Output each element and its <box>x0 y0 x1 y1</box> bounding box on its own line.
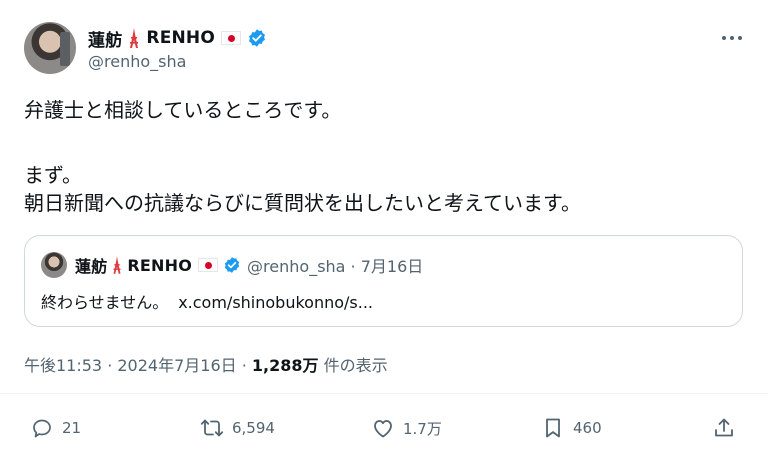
japan-flag-icon <box>221 31 242 45</box>
verified-badge-icon <box>223 256 241 274</box>
quoted-handle-and-date: @renho_sha · 7月16日 <box>247 257 424 276</box>
quoted-link[interactable]: x.com/shinobukonno/s... <box>178 293 373 312</box>
reply-icon <box>33 419 51 438</box>
bookmark-button[interactable]: 460 <box>541 414 602 442</box>
author-name-row[interactable]: 蓮舫 RENHO <box>88 26 267 51</box>
author-name-prefix[interactable]: 蓮舫 <box>88 26 122 51</box>
divider <box>0 393 768 394</box>
retweet-count: 6,594 <box>232 419 275 437</box>
share-button[interactable] <box>712 414 736 442</box>
retweet-icon <box>200 419 224 437</box>
quoted-tweet-text: 終わらせません。 x.com/shinobukonno/s... <box>41 289 373 313</box>
tweet-text-line-2: まず。 <box>24 163 82 187</box>
heart-icon <box>374 420 392 438</box>
quoted-author-row: 蓮舫 RENHO @renho_sha · 7月16日 <box>75 254 424 277</box>
quoted-author-name-prefix: 蓮舫 <box>75 257 108 276</box>
reply-button[interactable]: 21 <box>30 414 81 442</box>
tweet: 蓮舫 RENHO @renho_sha 弁護士と相談しているところです。 まず。… <box>0 0 768 466</box>
quoted-tweet-card[interactable]: 蓮舫 RENHO @renho_sha · 7月16日 終わらせません。 x.co… <box>24 235 743 327</box>
tweet-timestamp[interactable]: 午後11:53 · 2024年7月16日 · <box>24 356 252 375</box>
like-count: 1.7万 <box>403 419 442 438</box>
tokyo-tower-icon <box>126 28 142 48</box>
quoted-author-avatar <box>41 252 67 278</box>
tweet-text-line-1: 弁護士と相談しているところです。 <box>24 98 342 122</box>
bookmark-count: 460 <box>573 419 602 437</box>
bookmark-icon <box>546 418 560 438</box>
verified-badge-icon[interactable] <box>247 28 267 48</box>
tokyo-tower-icon <box>110 256 124 274</box>
author-handle[interactable]: @renho_sha <box>88 52 186 71</box>
quoted-author-name-suffix: RENHO <box>127 255 193 275</box>
reply-count: 21 <box>62 419 82 437</box>
view-label: 件の表示 <box>318 356 388 375</box>
author-avatar[interactable] <box>24 22 76 74</box>
japan-flag-icon <box>198 258 219 272</box>
view-count: 1,288万 <box>251 356 319 375</box>
quoted-text: 終わらせません。 <box>41 293 169 312</box>
more-options-icon[interactable] <box>722 28 742 48</box>
tweet-text-line-3: 朝日新聞への抗議ならびに質問状を出したいと考えています。 <box>24 191 581 215</box>
share-icon <box>715 418 733 437</box>
retweet-button[interactable]: 6,594 <box>200 414 275 442</box>
like-button[interactable]: 1.7万 <box>371 414 442 442</box>
tweet-stats: 午後11:53 · 2024年7月16日 · 1,288万 件の表示 <box>24 352 388 376</box>
author-name-suffix[interactable]: RENHO <box>146 28 215 48</box>
